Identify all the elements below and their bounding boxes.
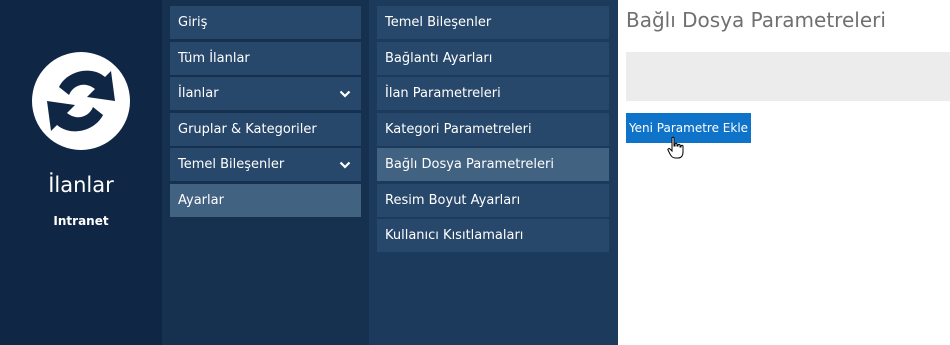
page-title: Bağlı Dosya Parametreleri <box>626 8 886 32</box>
nav-item-gruplar-kategoriler[interactable]: Gruplar & Kategoriler <box>170 113 361 146</box>
nav-item-temel-bilesenler[interactable]: Temel Bileşenler <box>170 148 361 181</box>
parameter-list-area <box>626 52 950 101</box>
subnav-item-label: İlan Parametreleri <box>385 86 501 101</box>
subnav-item-label: Bağlantı Ayarları <box>385 51 493 66</box>
refresh-arrow-logo-icon <box>32 52 130 150</box>
subnav-item-kategori-parametreleri[interactable]: Kategori Parametreleri <box>377 113 609 146</box>
subnav-item-label: Bağlı Dosya Parametreleri <box>385 157 554 172</box>
nav-item-giris[interactable]: Giriş <box>170 6 361 39</box>
subnav-item-bagli-dosya-parametreleri[interactable]: Bağlı Dosya Parametreleri <box>377 148 609 181</box>
subnav-item-ilan-parametreleri[interactable]: İlan Parametreleri <box>377 77 609 110</box>
nav-item-label: Tüm İlanlar <box>178 51 250 66</box>
subnav-item-resim-boyut-ayarlari[interactable]: Resim Boyut Ayarları <box>377 184 609 217</box>
nav-item-label: İlanlar <box>178 86 219 101</box>
subnav-item-label: Resim Boyut Ayarları <box>385 193 521 208</box>
nav-item-label: Giriş <box>178 15 208 30</box>
subnav-item-kullanici-kisitlamalari[interactable]: Kullanıcı Kısıtlamaları <box>377 219 609 252</box>
subnav-item-baglanti-ayarlari[interactable]: Bağlantı Ayarları <box>377 42 609 75</box>
secondary-nav: Temel Bileşenler Bağlantı Ayarları İlan … <box>369 0 618 345</box>
app-subtitle: Intranet <box>53 214 109 228</box>
nav-item-label: Gruplar & Kategoriler <box>178 122 317 137</box>
subnav-item-temel-bilesenler[interactable]: Temel Bileşenler <box>377 6 609 39</box>
nav-item-label: Ayarlar <box>178 193 224 208</box>
brand-panel: İlanlar Intranet <box>0 0 162 345</box>
hand-pointer-cursor-icon <box>667 136 684 159</box>
nav-item-ilanlar[interactable]: İlanlar <box>170 77 361 110</box>
chevron-down-icon <box>339 161 351 169</box>
nav-item-tum-ilanlar[interactable]: Tüm İlanlar <box>170 42 361 75</box>
subnav-item-label: Kullanıcı Kısıtlamaları <box>385 228 524 243</box>
subnav-item-label: Temel Bileşenler <box>385 15 492 30</box>
app-name: İlanlar <box>48 173 114 197</box>
subnav-item-label: Kategori Parametreleri <box>385 122 532 137</box>
primary-nav: Giriş Tüm İlanlar İlanlar Gruplar & Kate… <box>162 0 369 345</box>
add-parameter-button[interactable]: Yeni Parametre Ekle <box>626 113 751 143</box>
main-content: Bağlı Dosya Parametreleri Yeni Parametre… <box>618 0 950 345</box>
nav-item-ayarlar[interactable]: Ayarlar <box>170 184 361 217</box>
nav-item-label: Temel Bileşenler <box>178 157 285 172</box>
chevron-down-icon <box>339 90 351 98</box>
